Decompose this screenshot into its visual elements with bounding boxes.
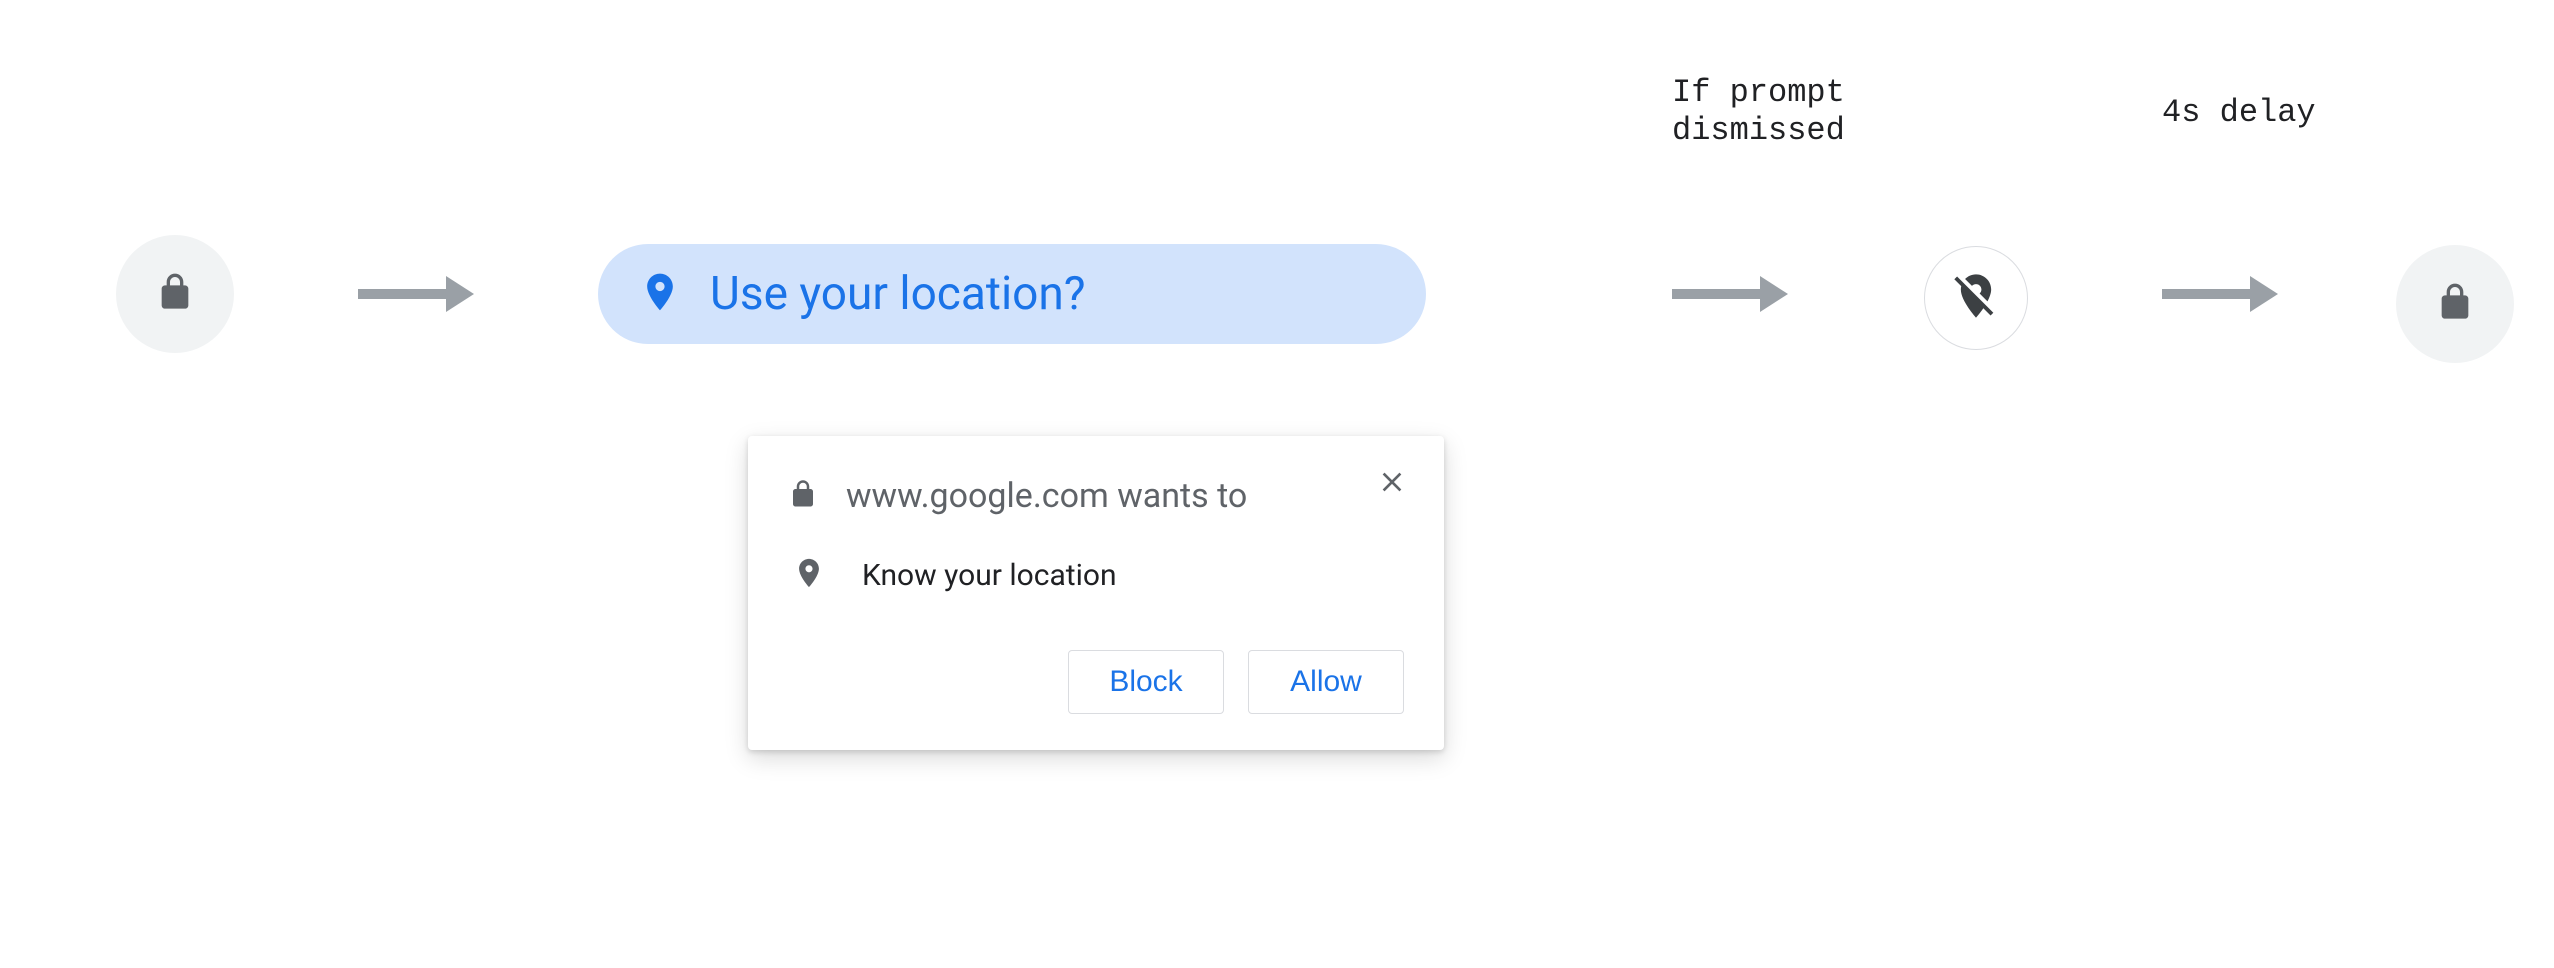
location-chip[interactable]: Use your location?	[598, 244, 1426, 344]
location-pin-icon	[792, 556, 826, 594]
location-pin-icon	[638, 270, 682, 318]
chip-label: Use your location?	[710, 267, 1086, 321]
close-icon[interactable]	[1376, 466, 1408, 502]
location-off-icon	[1950, 270, 2002, 326]
diagram-container: If prompt dismissed 4s delay Use your lo…	[0, 0, 2554, 968]
allow-button[interactable]: Allow	[1248, 650, 1404, 714]
lock-icon	[2435, 282, 2475, 326]
secure-indicator-end	[2396, 245, 2514, 363]
dialog-buttons: Block Allow	[788, 650, 1404, 714]
block-button[interactable]: Block	[1068, 650, 1224, 714]
lock-icon	[155, 272, 195, 316]
location-blocked-indicator[interactable]	[1924, 246, 2028, 350]
lock-icon	[788, 479, 818, 513]
arrow-2	[1672, 285, 1788, 303]
annotation-delay: 4s delay	[2162, 94, 2316, 132]
permission-label: Know your location	[862, 558, 1117, 593]
dialog-header: www.google.com wants to	[788, 476, 1404, 516]
dialog-title: www.google.com wants to	[846, 476, 1247, 516]
permission-row: Know your location	[788, 556, 1404, 594]
secure-indicator-start	[116, 235, 234, 353]
permission-dialog: www.google.com wants to Know your locati…	[748, 436, 1444, 750]
arrow-1	[358, 285, 474, 303]
arrow-3	[2162, 285, 2278, 303]
annotation-dismissed: If prompt dismissed	[1672, 74, 1845, 151]
